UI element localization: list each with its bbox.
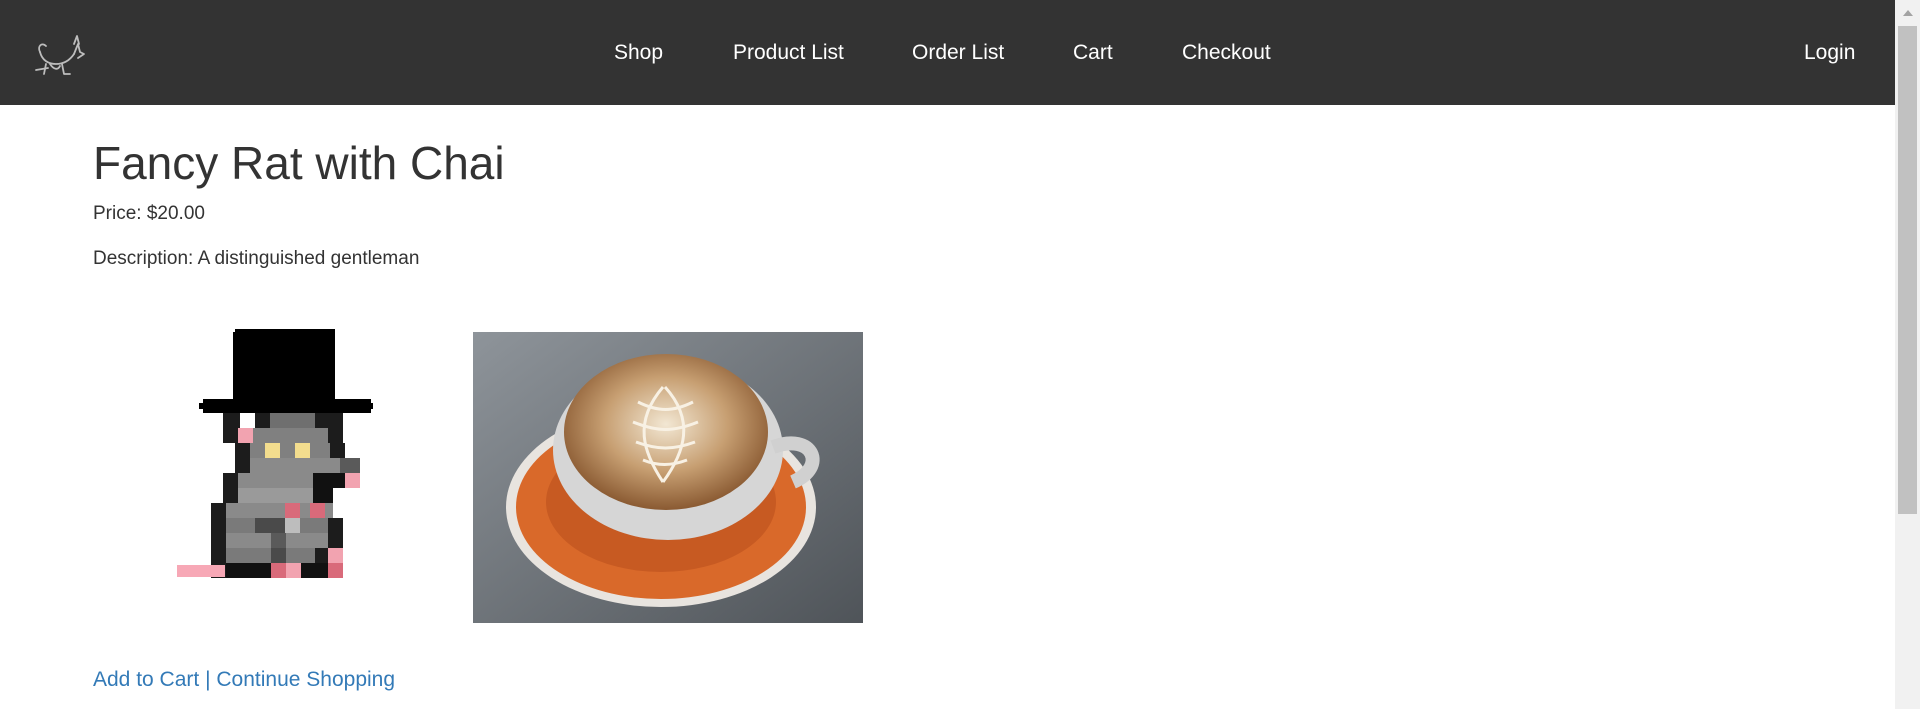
nav-link-checkout[interactable]: Checkout — [1182, 40, 1271, 66]
fancy-rat-image — [177, 329, 373, 578]
nav-link-shop[interactable]: Shop — [614, 40, 663, 66]
add-to-cart-link[interactable]: Add to Cart — [93, 668, 199, 691]
scroll-thumb[interactable] — [1898, 26, 1917, 514]
nav-link-cart[interactable]: Cart — [1073, 40, 1113, 66]
price-value: $20.00 — [146, 203, 205, 224]
rat-logo-icon[interactable] — [34, 30, 86, 80]
continue-shopping-link[interactable]: Continue Shopping — [216, 668, 395, 691]
price-row: Price: $20.00 — [93, 202, 205, 226]
nav-link-order-list[interactable]: Order List — [912, 40, 1004, 66]
chai-latte-image — [473, 332, 863, 623]
scroll-up-arrow-icon[interactable] — [1895, 0, 1920, 26]
nav-link-login[interactable]: Login — [1804, 40, 1855, 66]
nav-link-product-list[interactable]: Product List — [733, 40, 844, 66]
actions-separator: | — [205, 668, 211, 691]
description-label: Description: — [93, 248, 194, 269]
product-actions: Add to Cart | Continue Shopping — [93, 667, 395, 693]
nav-links: Shop Product List Order List Cart Checko… — [0, 0, 1895, 105]
top-navbar: Shop Product List Order List Cart Checko… — [0, 0, 1895, 105]
vertical-scrollbar[interactable] — [1895, 0, 1920, 709]
price-label: Price: — [93, 203, 142, 224]
product-title: Fancy Rat with Chai — [93, 137, 505, 189]
description-row: Description: A distinguished gentleman — [93, 247, 419, 271]
description-value: A distinguished gentleman — [197, 248, 420, 269]
